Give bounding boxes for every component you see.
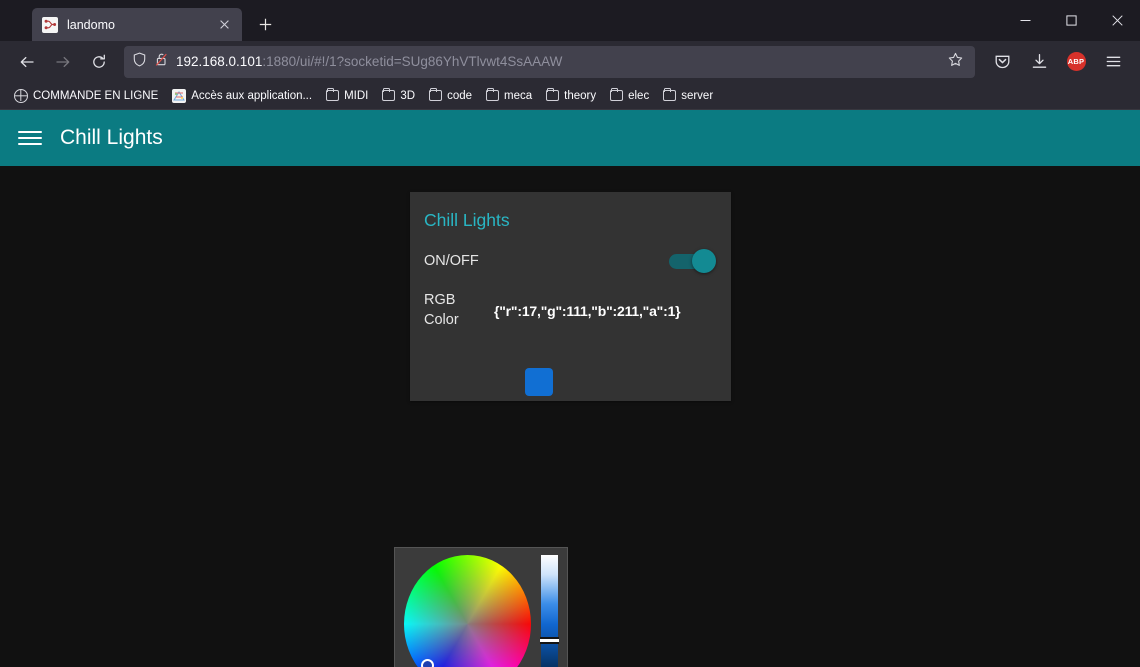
- url-host: 192.168.0.101: [176, 54, 263, 69]
- card-title: Chill Lights: [424, 210, 510, 230]
- bookmarks-bar: COMMANDE EN LIGNE Accès aux application.…: [0, 82, 1140, 110]
- url-text[interactable]: 192.168.0.101:1880/ui/#!/1?socketid=SUg8…: [176, 54, 937, 69]
- bookmark-label: code: [447, 89, 472, 102]
- bookmark-acces-aux-applications[interactable]: Accès aux application...: [166, 86, 318, 106]
- url-port: :1880: [262, 54, 297, 69]
- url-bar-actions: [944, 52, 967, 71]
- color-swatch-button[interactable]: [525, 368, 553, 396]
- color-cursor-icon[interactable]: [421, 659, 434, 667]
- value-slider-handle[interactable]: [539, 636, 559, 644]
- bookmark-code[interactable]: code: [423, 87, 478, 105]
- onoff-label: ON/OFF: [424, 253, 479, 269]
- toggle-knob: [692, 248, 716, 273]
- bookmark-midi[interactable]: MIDI: [320, 87, 374, 105]
- node-red-favicon: [42, 16, 58, 33]
- bookmark-theory[interactable]: theory: [540, 87, 602, 105]
- bookmark-server[interactable]: server: [657, 87, 719, 105]
- bookmark-label: Accès aux application...: [191, 89, 313, 102]
- adblock-plus-icon[interactable]: ABP: [1059, 46, 1093, 78]
- bookmark-commande-en-ligne[interactable]: COMMANDE EN LIGNE: [8, 86, 164, 106]
- adblock-badge-label: ABP: [1066, 52, 1086, 71]
- pocket-icon[interactable]: [985, 46, 1019, 78]
- globe-icon: [14, 88, 28, 103]
- folder-icon: [610, 87, 624, 101]
- bookmark-label: COMMANDE EN LIGNE: [33, 89, 159, 102]
- app-icon: [172, 88, 187, 103]
- window-close-icon[interactable]: [1094, 0, 1140, 41]
- bookmark-label: MIDI: [344, 89, 369, 102]
- page-content: Chill Lights Chill Lights ON/OFF RGB Col…: [0, 110, 1140, 667]
- reload-icon[interactable]: [82, 46, 116, 78]
- value-slider[interactable]: [539, 554, 559, 667]
- bookmark-label: elec: [628, 89, 650, 102]
- color-picker-popup[interactable]: [394, 547, 568, 667]
- bookmark-3d[interactable]: 3D: [376, 87, 421, 105]
- browser-toolbar-actions: ABP: [985, 46, 1130, 78]
- bookmark-label: meca: [504, 89, 533, 102]
- folder-icon: [382, 87, 396, 101]
- rgb-color-row: RGB Color {"r":17,"g":111,"b":211,"a":1}: [410, 269, 731, 330]
- url-path: /ui/#!/1?socketid=SUg86YhVTlvwt4SsAAAW: [296, 54, 563, 69]
- bookmark-label: 3D: [400, 89, 416, 102]
- rgb-color-value: {"r":17,"g":111,"b":211,"a":1}: [494, 302, 681, 319]
- folder-icon: [546, 87, 560, 101]
- onoff-toggle-switch[interactable]: [669, 248, 716, 273]
- folder-icon: [326, 87, 340, 101]
- chill-lights-card: Chill Lights ON/OFF RGB Color {"r":17,"g…: [410, 192, 731, 401]
- folder-icon: [429, 87, 443, 101]
- minimize-icon[interactable]: [1002, 0, 1048, 41]
- download-icon[interactable]: [1022, 46, 1056, 78]
- dashboard-board: Chill Lights ON/OFF RGB Color {"r":17,"g…: [0, 166, 1140, 667]
- bookmark-meca[interactable]: meca: [480, 87, 538, 105]
- bookmark-label: theory: [564, 89, 597, 102]
- hue-saturation-wheel[interactable]: [404, 555, 531, 667]
- new-tab-button[interactable]: [250, 9, 280, 39]
- window-controls: [1002, 0, 1140, 41]
- tab-close-icon[interactable]: [214, 15, 234, 35]
- hamburger-menu-icon[interactable]: [1096, 46, 1130, 78]
- page-title: Chill Lights: [60, 126, 163, 149]
- navigation-toolbar: 192.168.0.101:1880/ui/#!/1?socketid=SUg8…: [0, 41, 1140, 82]
- shield-icon[interactable]: [132, 52, 147, 72]
- browser-window: landomo 192.168.0.101:1880/ui/#!/1?socke…: [0, 0, 1140, 667]
- onoff-row: ON/OFF: [410, 231, 731, 273]
- url-bar[interactable]: 192.168.0.101:1880/ui/#!/1?socketid=SUg8…: [124, 45, 975, 78]
- star-icon[interactable]: [944, 52, 967, 71]
- back-arrow-icon[interactable]: [10, 46, 44, 78]
- insecure-lock-icon[interactable]: [154, 52, 169, 72]
- browser-tab[interactable]: landomo: [32, 8, 242, 41]
- folder-icon: [663, 87, 677, 101]
- tab-strip: landomo: [0, 0, 1140, 41]
- tab-title: landomo: [67, 17, 115, 32]
- folder-icon: [486, 87, 499, 101]
- maximize-icon[interactable]: [1048, 0, 1094, 41]
- forward-arrow-icon[interactable]: [46, 46, 80, 78]
- app-header: Chill Lights: [0, 110, 1140, 166]
- bookmark-label: server: [681, 89, 714, 102]
- hamburger-menu-icon[interactable]: [18, 131, 42, 145]
- bookmark-elec[interactable]: elec: [604, 87, 655, 105]
- rgb-color-label: RGB Color: [424, 292, 459, 328]
